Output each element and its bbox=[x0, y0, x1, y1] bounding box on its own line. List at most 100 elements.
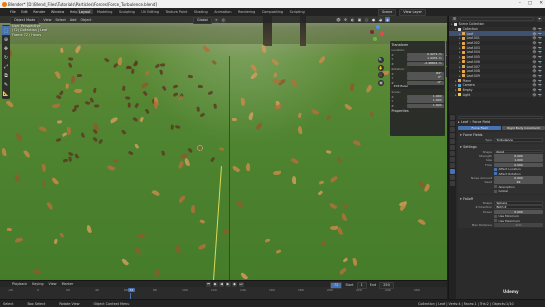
move-tool-icon[interactable]: ✥ bbox=[2, 44, 10, 53]
camera-view-icon[interactable]: 🎥 bbox=[378, 72, 384, 78]
playhead[interactable]: 72 bbox=[128, 287, 135, 292]
view-layer-selector[interactable]: View Layer bbox=[399, 9, 426, 16]
expand-chevron-icon[interactable]: ▸ bbox=[455, 93, 457, 97]
jump-start-icon[interactable]: ⏮ bbox=[206, 281, 211, 287]
noise-field[interactable]: 0.000 bbox=[494, 176, 543, 180]
perspective-toggle-icon[interactable]: ▦ bbox=[378, 79, 384, 86]
tab-scripting[interactable]: Scripting bbox=[288, 9, 307, 14]
affect-location-checkbox[interactable]: Affect Location bbox=[494, 167, 521, 171]
timeline-editor[interactable]: Playback Keying View Marker ⏮ ◆ ◀ ▶ ◆ ⏭ 72 … bbox=[0, 280, 447, 300]
tab-modeling[interactable]: Modeling bbox=[95, 9, 114, 14]
strength-field[interactable]: 6.000 bbox=[494, 154, 543, 158]
z-direction-dropdown[interactable]: Both Z bbox=[494, 205, 543, 209]
rotation-mode-selector[interactable]: XYZ Euler bbox=[391, 84, 444, 89]
world-tab-icon[interactable] bbox=[450, 145, 455, 150]
menu-file[interactable]: File bbox=[10, 10, 16, 14]
location-z-field[interactable]: -2.48841 m bbox=[406, 61, 444, 66]
outliner-item[interactable]: ▸ Light 👁 📷 bbox=[449, 92, 545, 97]
affect-rotation-checkbox[interactable]: Affect Rotation bbox=[494, 172, 521, 176]
timeline-menu-playback[interactable]: Playback bbox=[12, 282, 27, 286]
max-distance-field[interactable]: 0 m bbox=[494, 223, 543, 227]
use-minimum-checkbox[interactable]: Use Minimum bbox=[494, 214, 519, 218]
zoom-icon[interactable]: 🔍 bbox=[378, 57, 384, 63]
shading-rendered-icon[interactable]: ◉ bbox=[385, 17, 390, 22]
select-tool-icon[interactable]: ⬚ bbox=[2, 26, 10, 35]
view-layer-tab-icon[interactable] bbox=[450, 133, 455, 138]
properties-search-input[interactable] bbox=[458, 115, 543, 120]
tab-uv-editing[interactable]: UV Editing bbox=[139, 9, 161, 14]
type-dropdown[interactable]: Turbulence bbox=[494, 138, 543, 142]
viewport-menu-object[interactable]: Object bbox=[80, 18, 91, 22]
constraints-tab-icon[interactable] bbox=[450, 175, 455, 180]
data-tab-icon[interactable] bbox=[450, 181, 455, 186]
rotation-z-field[interactable]: -0° bbox=[406, 80, 444, 85]
display-mode-icon[interactable]: ☰ bbox=[452, 16, 457, 22]
tab-layout[interactable]: Layout bbox=[77, 9, 93, 14]
render-tab-icon[interactable] bbox=[450, 121, 455, 126]
tab-sculpting[interactable]: Sculpting bbox=[117, 9, 137, 14]
timeline-ruler[interactable]: -20 0 20 40 60 80 100 120 140 160 180 200 220 240 260 bbox=[0, 288, 447, 293]
force-field-button[interactable]: Force Field bbox=[458, 125, 501, 130]
viewport-menu-view[interactable]: View bbox=[43, 18, 51, 22]
global-checkbox[interactable]: Global bbox=[494, 189, 508, 193]
use-maximum-checkbox[interactable]: Use Maximum bbox=[494, 219, 520, 223]
pan-icon[interactable]: ✋ bbox=[378, 64, 384, 71]
menu-render[interactable]: Render bbox=[33, 10, 45, 14]
power-field[interactable]: 0.000 bbox=[494, 210, 543, 214]
modifier-tab-icon[interactable] bbox=[450, 157, 455, 162]
close-icon[interactable]: ✕ bbox=[539, 1, 543, 6]
sidebar-tab-view[interactable] bbox=[446, 67, 447, 77]
jump-end-icon[interactable]: ⏭ bbox=[238, 281, 244, 287]
snap-icon[interactable]: ⌖ bbox=[213, 17, 219, 23]
minimize-icon[interactable]: – bbox=[519, 1, 521, 6]
neg-x-axis-icon[interactable] bbox=[370, 30, 374, 34]
scale-tool-icon[interactable]: ⤢ bbox=[2, 62, 10, 71]
rigid-body-constraint-button[interactable]: Rigid Body Constraint bbox=[502, 125, 545, 130]
xray-icon[interactable]: ▣ bbox=[357, 17, 362, 22]
object-tab-icon[interactable] bbox=[450, 151, 455, 156]
sidebar-tab-item[interactable] bbox=[446, 41, 447, 55]
tab-texture-paint[interactable]: Texture Paint bbox=[164, 9, 190, 14]
menu-window[interactable]: Window bbox=[51, 10, 64, 14]
shading-wireframe-icon[interactable]: ○ bbox=[364, 17, 369, 22]
transform-tool-icon[interactable]: ⧉ bbox=[2, 71, 10, 80]
sidebar-tab-tool[interactable] bbox=[446, 56, 447, 66]
y-axis-icon[interactable] bbox=[373, 37, 377, 41]
scene-selector[interactable]: Scene bbox=[378, 9, 397, 16]
next-keyframe-icon[interactable]: ◆ bbox=[232, 281, 237, 287]
absorption-checkbox[interactable]: Absorption bbox=[494, 185, 515, 189]
play-icon[interactable]: ▶ bbox=[225, 281, 231, 287]
menu-edit[interactable]: Edit bbox=[21, 10, 28, 14]
z-axis-icon[interactable] bbox=[376, 25, 380, 29]
viewport-menu-select[interactable]: Select bbox=[55, 18, 65, 22]
visibility-icon[interactable]: 👁 bbox=[336, 17, 341, 22]
properties-header[interactable]: Properties bbox=[392, 109, 444, 114]
tab-shading[interactable]: Shading bbox=[192, 9, 210, 14]
tab-rendering[interactable]: Rendering bbox=[236, 9, 257, 14]
tool-tab-icon[interactable] bbox=[450, 115, 455, 120]
navigation-gizmo[interactable] bbox=[368, 25, 384, 41]
proportional-edit-icon[interactable]: ◎ bbox=[220, 17, 226, 23]
flow-field[interactable]: 0.000 bbox=[494, 163, 543, 167]
scene-tab-icon[interactable] bbox=[450, 139, 455, 144]
transform-orientation-selector[interactable]: Global bbox=[193, 17, 212, 24]
size-field[interactable]: 1.000 bbox=[494, 158, 543, 162]
timeline-menu-marker[interactable]: Marker bbox=[62, 282, 74, 286]
seed-field[interactable]: 49 bbox=[494, 180, 543, 184]
filter-icon[interactable]: ⏷ bbox=[537, 16, 542, 22]
timeline-menu-view[interactable]: View bbox=[49, 282, 57, 286]
play-reverse-icon[interactable]: ◀ bbox=[219, 281, 224, 287]
cursor-tool-icon[interactable]: ⊕ bbox=[2, 35, 10, 44]
outliner-search-input[interactable] bbox=[460, 17, 534, 21]
annotate-tool-icon[interactable]: ✎ bbox=[2, 80, 10, 89]
viewport-menu-add[interactable]: Add bbox=[70, 18, 77, 22]
shape-dropdown[interactable]: Point bbox=[494, 150, 543, 154]
shading-material-icon[interactable]: ◕ bbox=[378, 17, 383, 22]
falloff-shape-dropdown[interactable]: Sphere bbox=[494, 201, 543, 205]
particles-tab-icon[interactable] bbox=[450, 163, 455, 168]
object-mode-selector[interactable]: Object Mode bbox=[10, 17, 40, 24]
output-tab-icon[interactable] bbox=[450, 127, 455, 132]
camera-render-icon[interactable]: 📷 bbox=[538, 93, 542, 97]
gizmo-icon[interactable]: ✣ bbox=[343, 17, 348, 22]
shading-solid-icon[interactable]: ● bbox=[371, 17, 376, 22]
